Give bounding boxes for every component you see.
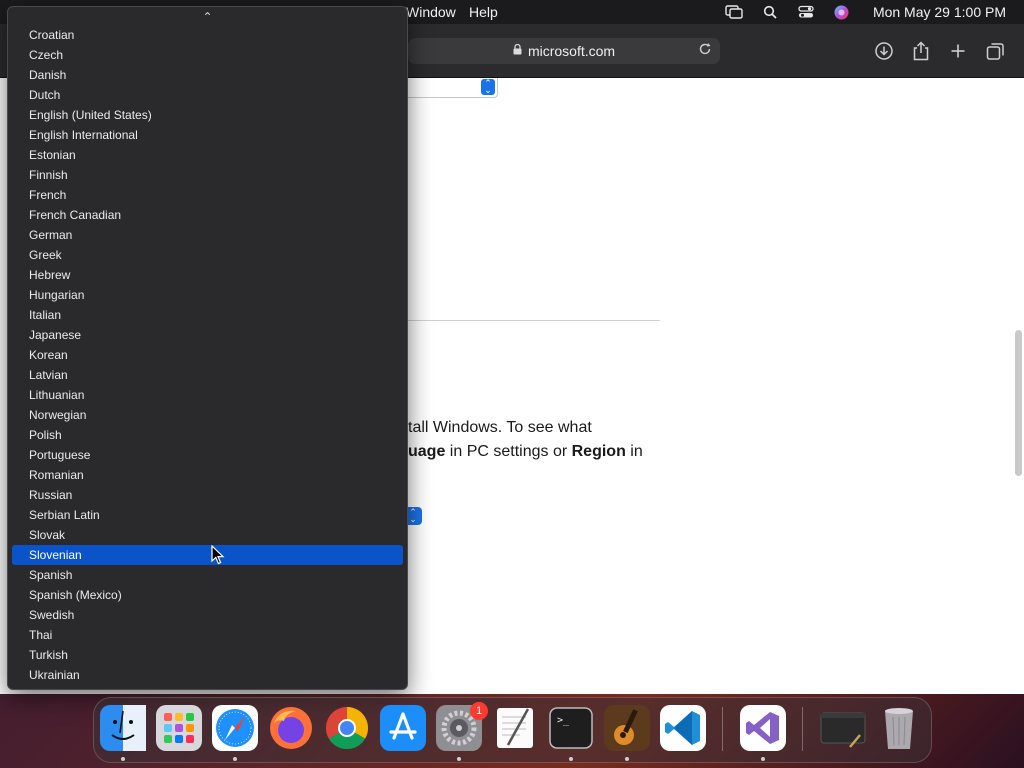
dropdown-option[interactable]: Korean [12, 345, 403, 365]
instruction-paragraph: tall Windows. To see what uage in PC set… [408, 416, 668, 464]
dropdown-option[interactable]: Ukrainian [12, 665, 403, 685]
dropdown-option[interactable]: Hebrew [12, 265, 403, 285]
dock-separator [722, 707, 723, 751]
garageband-icon[interactable] [604, 705, 650, 751]
new-tab-icon[interactable] [947, 40, 969, 62]
safari-icon[interactable] [212, 705, 258, 751]
siri-icon[interactable] [833, 5, 851, 19]
textedit-icon[interactable] [492, 705, 538, 751]
paragraph-bold-language: uage [408, 443, 446, 460]
running-indicator [457, 757, 461, 761]
dropdown-option[interactable]: Turkish [12, 645, 403, 665]
control-center-icon[interactable] [797, 5, 815, 19]
lock-icon [513, 43, 522, 58]
dropdown-option[interactable]: French [12, 185, 403, 205]
dropdown-option[interactable]: Greek [12, 245, 403, 265]
dropdown-option[interactable]: Polish [12, 425, 403, 445]
address-url: microsoft.com [527, 43, 616, 59]
dropdown-option[interactable]: Dutch [12, 85, 403, 105]
firefox-icon[interactable] [268, 705, 314, 751]
visual-studio-icon[interactable] [740, 705, 786, 751]
dropdown-option[interactable]: Romanian [12, 465, 403, 485]
paragraph-bold-region: Region [571, 443, 626, 460]
dropdown-option[interactable]: Slovenian [12, 545, 403, 565]
language-dropdown-list[interactable]: ⌃ Croatian Czech Danish Dutch English (Unite… [7, 6, 408, 690]
dropdown-option[interactable]: Latvian [12, 365, 403, 385]
tab-overview-icon[interactable] [984, 40, 1006, 62]
dropdown-option[interactable]: Spanish [12, 565, 403, 585]
running-indicator [625, 757, 629, 761]
svg-text:>_: >_ [557, 715, 570, 726]
page-scrollbar[interactable] [1015, 330, 1022, 476]
spotlight-search-icon[interactable] [761, 5, 779, 19]
launchpad-icon[interactable] [156, 705, 202, 751]
language-select-top[interactable]: ⌃ ⌄ [408, 78, 498, 98]
dropdown-option[interactable]: English International [12, 125, 403, 145]
notification-badge: 1 [470, 702, 488, 720]
terminal-icon[interactable]: >_ [548, 705, 594, 751]
dropdown-option[interactable]: Estonian [12, 145, 403, 165]
dropdown-option[interactable]: Croatian [12, 25, 403, 45]
share-icon[interactable] [910, 40, 932, 62]
dock-separator [802, 707, 803, 751]
menu-window[interactable]: Window [406, 4, 456, 20]
running-indicator [569, 757, 573, 761]
vscode-icon[interactable] [660, 705, 706, 751]
dropdown-option[interactable]: Japanese [12, 325, 403, 345]
dropdown-option[interactable]: Thai [12, 625, 403, 645]
reload-icon[interactable] [698, 42, 712, 59]
dropdown-option[interactable]: Finnish [12, 165, 403, 185]
dropdown-option[interactable]: Russian [12, 485, 403, 505]
dropdown-option[interactable]: English (United States) [12, 105, 403, 125]
dropdown-option[interactable]: German [12, 225, 403, 245]
dropdown-option[interactable]: Swedish [12, 605, 403, 625]
running-indicator [233, 757, 237, 761]
dropdown-option[interactable]: Slovak [12, 525, 403, 545]
window-preview-icon[interactable] [820, 705, 866, 751]
app-store-icon[interactable] [380, 705, 426, 751]
dropdown-option[interactable]: Italian [12, 305, 403, 325]
trash-icon[interactable] [876, 705, 922, 751]
running-indicator [761, 757, 765, 761]
menu-help[interactable]: Help [469, 4, 498, 20]
scroll-up-chevron-icon[interactable]: ⌃ [8, 7, 407, 27]
dropdown-option[interactable]: Czech [12, 45, 403, 65]
dropdown-option[interactable]: Lithuanian [12, 385, 403, 405]
screen-mirroring-icon[interactable] [725, 5, 743, 19]
dropdown-option[interactable]: Hungarian [12, 285, 403, 305]
dropdown-option[interactable]: Portuguese [12, 445, 403, 465]
address-bar[interactable]: microsoft.com [408, 38, 720, 64]
dropdown-option[interactable]: French Canadian [12, 205, 403, 225]
chrome-icon[interactable] [324, 705, 370, 751]
dropdown-option[interactable]: Danish [12, 65, 403, 85]
menu-clock[interactable]: Mon May 29 1:00 PM [873, 4, 1006, 20]
dropdown-option[interactable]: Spanish (Mexico) [12, 585, 403, 605]
divider [408, 320, 660, 321]
dropdown-option[interactable]: Serbian Latin [12, 505, 403, 525]
paragraph-mid: in PC settings or [445, 443, 572, 460]
running-indicator [121, 757, 125, 761]
paragraph-end: in [625, 443, 643, 460]
select-arrows-icon: ⌃ ⌄ [481, 79, 495, 95]
mouse-cursor-icon [211, 545, 225, 565]
paragraph-line-1: tall Windows. To see what [408, 419, 592, 436]
dropdown-option[interactable]: Norwegian [12, 405, 403, 425]
finder-icon[interactable] [100, 705, 146, 751]
downloads-icon[interactable] [873, 40, 895, 62]
